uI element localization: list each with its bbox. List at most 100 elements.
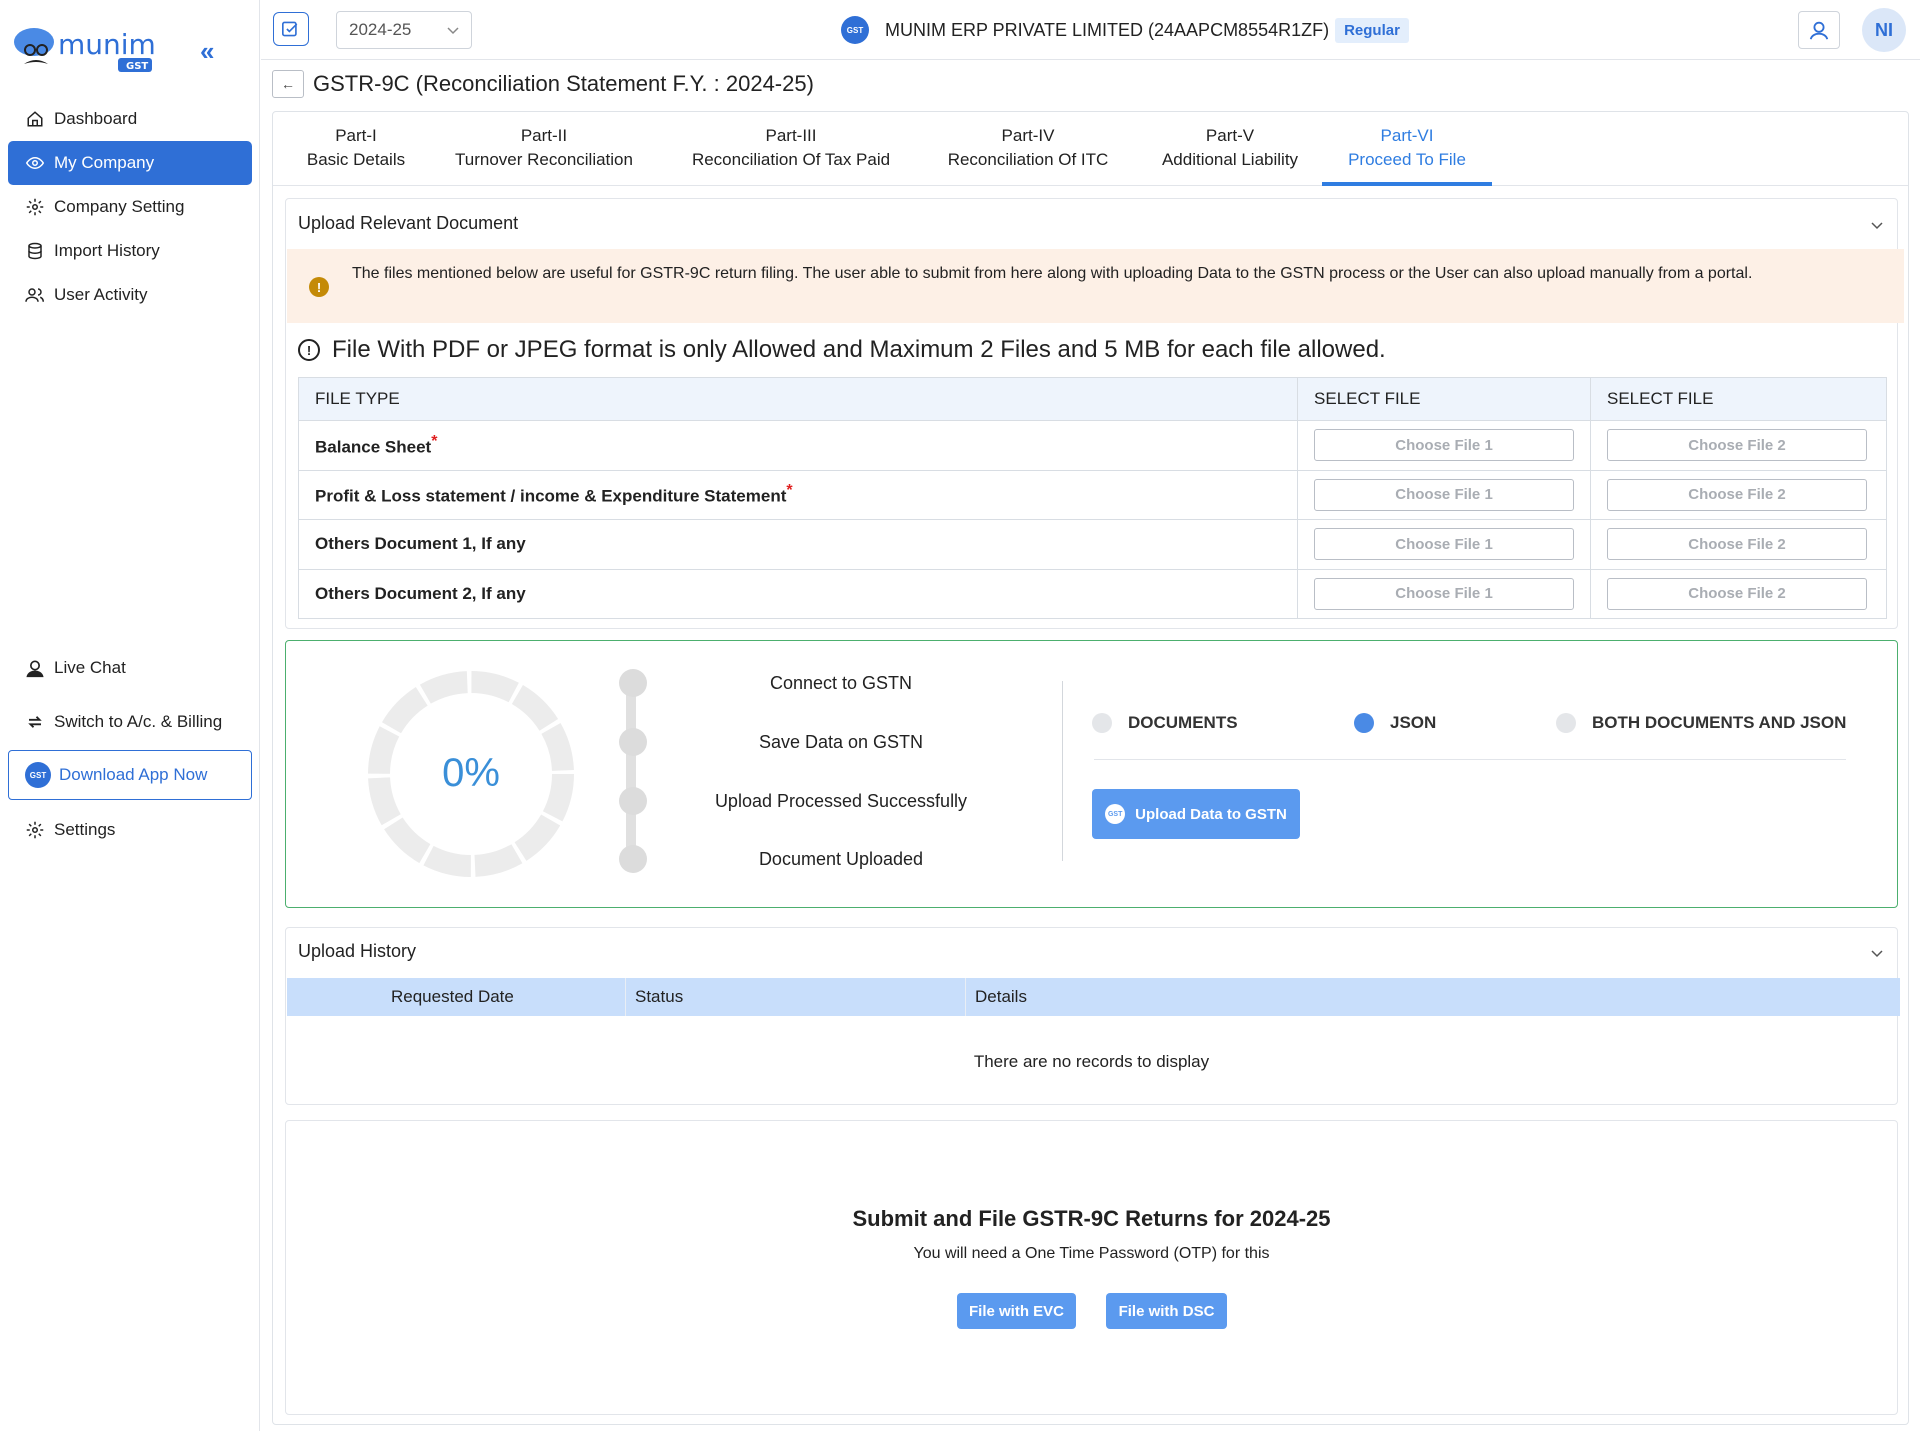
radio-label: DOCUMENTS [1128,713,1238,732]
info-icon: ! [298,339,320,361]
headset-icon [24,657,46,679]
page-header: ← GSTR-9C (Reconciliation Statement F.Y.… [272,70,814,98]
section-title: Upload History [298,941,417,961]
select-file-cell: Choose File 2 [1590,569,1887,619]
sidebar: munim GST « Dashboard My Company Company… [0,0,260,1431]
step-dot [619,787,647,815]
financial-year-select[interactable]: 2024-25 [336,11,472,49]
sidebar-item-label: Dashboard [54,109,138,128]
file-upload-table: FILE TYPE SELECT FILE SELECT FILE Balanc… [298,377,1887,619]
sidebar-item-user-activity[interactable]: User Activity [8,273,252,317]
sidebar-item-label: Live Chat [54,658,126,677]
divider [1062,681,1063,861]
sidebar-item-my-company[interactable]: My Company [8,141,252,185]
tabs: Part-I Basic Details Part-II Turnover Re… [273,112,1908,186]
sidebar-nav: Dashboard My Company Company Setting Imp… [8,97,252,317]
tab-part-4[interactable]: Part-IV Reconciliation Of ITC [928,124,1128,172]
upload-data-to-gstn-button[interactable]: GST Upload Data to GSTN [1092,789,1300,839]
munim-logo[interactable]: munim GST [12,20,172,78]
select-file-cell: Choose File 2 [1590,420,1887,471]
step-label: Connect to GSTN [769,673,913,693]
radio-json[interactable]: JSON [1354,713,1436,733]
tab-part-3[interactable]: Part-III Reconciliation Of Tax Paid [671,124,911,172]
sidebar-item-switch-billing[interactable]: Switch to A/c. & Billing [8,700,252,744]
choose-file-2-button[interactable]: Choose File 2 [1607,478,1867,511]
radio-documents[interactable]: DOCUMENTS [1092,713,1238,733]
gear-icon [24,196,46,218]
chevron-down-icon[interactable] [1871,217,1883,233]
tab-part: Part-I [335,126,377,145]
radio-both[interactable]: BOTH DOCUMENTS AND JSON [1556,713,1846,733]
section-title: Upload Relevant Document [298,213,519,233]
tab-label: Reconciliation Of Tax Paid [691,150,891,169]
chevron-down-icon[interactable] [1871,945,1883,961]
tab-part: Part-IV [1001,126,1055,145]
progress-percent: 0% [442,751,500,795]
tab-label: Proceed To File [1348,150,1466,169]
table-row: Others Document 1, If any Choose File 1 … [298,519,1887,570]
users-icon [24,284,46,306]
steps-connector [626,673,636,853]
choose-file-2-button[interactable]: Choose File 2 [1607,577,1867,610]
tab-part-1[interactable]: Part-I Basic Details [296,124,416,172]
tab-part-5[interactable]: Part-V Additional Liability [1135,124,1325,172]
choose-file-2-button[interactable]: Choose File 2 [1607,429,1867,462]
select-file-cell: Choose File 1 [1297,470,1591,520]
sidebar-item-label: Settings [54,820,116,839]
eye-icon [24,152,46,174]
submit-title: Submit and File GSTR-9C Returns for 2024… [852,1206,1331,1231]
file-format-note: ! File With PDF or JPEG format is only A… [298,336,1386,364]
tab-part-2[interactable]: Part-II Turnover Reconciliation [444,124,644,172]
upload-history-section: Upload History Requested Date Status Det… [285,927,1900,1105]
step-label: Document Uploaded [758,849,924,869]
collapse-sidebar-icon[interactable]: « [200,36,214,67]
top-bar: 2024-25 GST MUNIM ERP PRIVATE LIMITED (2… [261,0,1920,60]
radio-dot [1092,713,1112,733]
file-type-cell: Others Document 1, If any [298,519,1299,570]
column-header: Requested Date [391,987,514,1006]
sidebar-item-settings[interactable]: Settings [8,808,252,852]
file-type-cell: Others Document 2, If any [298,569,1299,619]
choose-file-1-button[interactable]: Choose File 1 [1314,478,1575,511]
step-label: Upload Processed Successfully [714,791,968,811]
sidebar-bottom: Live Chat Switch to A/c. & Billing GST D… [8,646,252,852]
select-file-cell: Choose File 1 [1297,420,1591,471]
edit-doc-icon[interactable] [273,12,309,46]
gstn-upload-progress: 0% Connect to GSTN Save Data on GSTN Upl… [285,640,1898,908]
sidebar-item-label: My Company [54,153,155,172]
download-app-button[interactable]: GST Download App Now [8,750,252,800]
back-arrow-icon[interactable]: ← [272,70,304,98]
radio-dot [1556,713,1576,733]
choose-file-1-button[interactable]: Choose File 1 [1314,577,1575,610]
choose-file-1-button[interactable]: Choose File 1 [1314,528,1575,561]
tab-part: Part-V [1205,126,1255,145]
file-with-evc-button[interactable]: File with EVC [957,1293,1076,1329]
column-header: Details [975,987,1027,1006]
database-icon [24,240,46,262]
sidebar-item-company-setting[interactable]: Company Setting [8,185,252,229]
column-header: SELECT FILE [1297,377,1591,421]
main-card: Part-I Basic Details Part-II Turnover Re… [272,111,1909,1425]
active-tab-indicator [1322,182,1492,186]
tab-part-6[interactable]: Part-VI Proceed To File [1322,124,1492,172]
support-user-icon[interactable] [1798,11,1840,49]
required-mark: * [786,482,793,500]
submit-section: Submit and File GSTR-9C Returns for 2024… [285,1120,1898,1415]
tab-label: Turnover Reconciliation [455,150,633,169]
choose-file-2-button[interactable]: Choose File 2 [1607,528,1867,561]
file-with-dsc-button[interactable]: File with DSC [1106,1293,1227,1329]
company-info: GST MUNIM ERP PRIVATE LIMITED (24AAPCM85… [841,16,1409,44]
select-file-cell: Choose File 1 [1297,569,1591,619]
sidebar-item-live-chat[interactable]: Live Chat [8,646,252,690]
avatar[interactable]: NI [1862,8,1906,52]
step-dot [619,669,647,697]
choose-file-1-button[interactable]: Choose File 1 [1314,429,1575,462]
sidebar-item-import-history[interactable]: Import History [8,229,252,273]
tab-part: Part-III [765,126,817,145]
tab-label: Reconciliation Of ITC [947,150,1109,169]
file-type-label: Profit & Loss statement / income & Expen… [315,487,787,507]
table-row: Others Document 2, If any Choose File 1 … [298,569,1887,619]
sidebar-item-dashboard[interactable]: Dashboard [8,97,252,141]
tab-label: Basic Details [306,150,406,169]
submit-subtitle: You will need a One Time Password (OTP) … [913,1245,1270,1262]
